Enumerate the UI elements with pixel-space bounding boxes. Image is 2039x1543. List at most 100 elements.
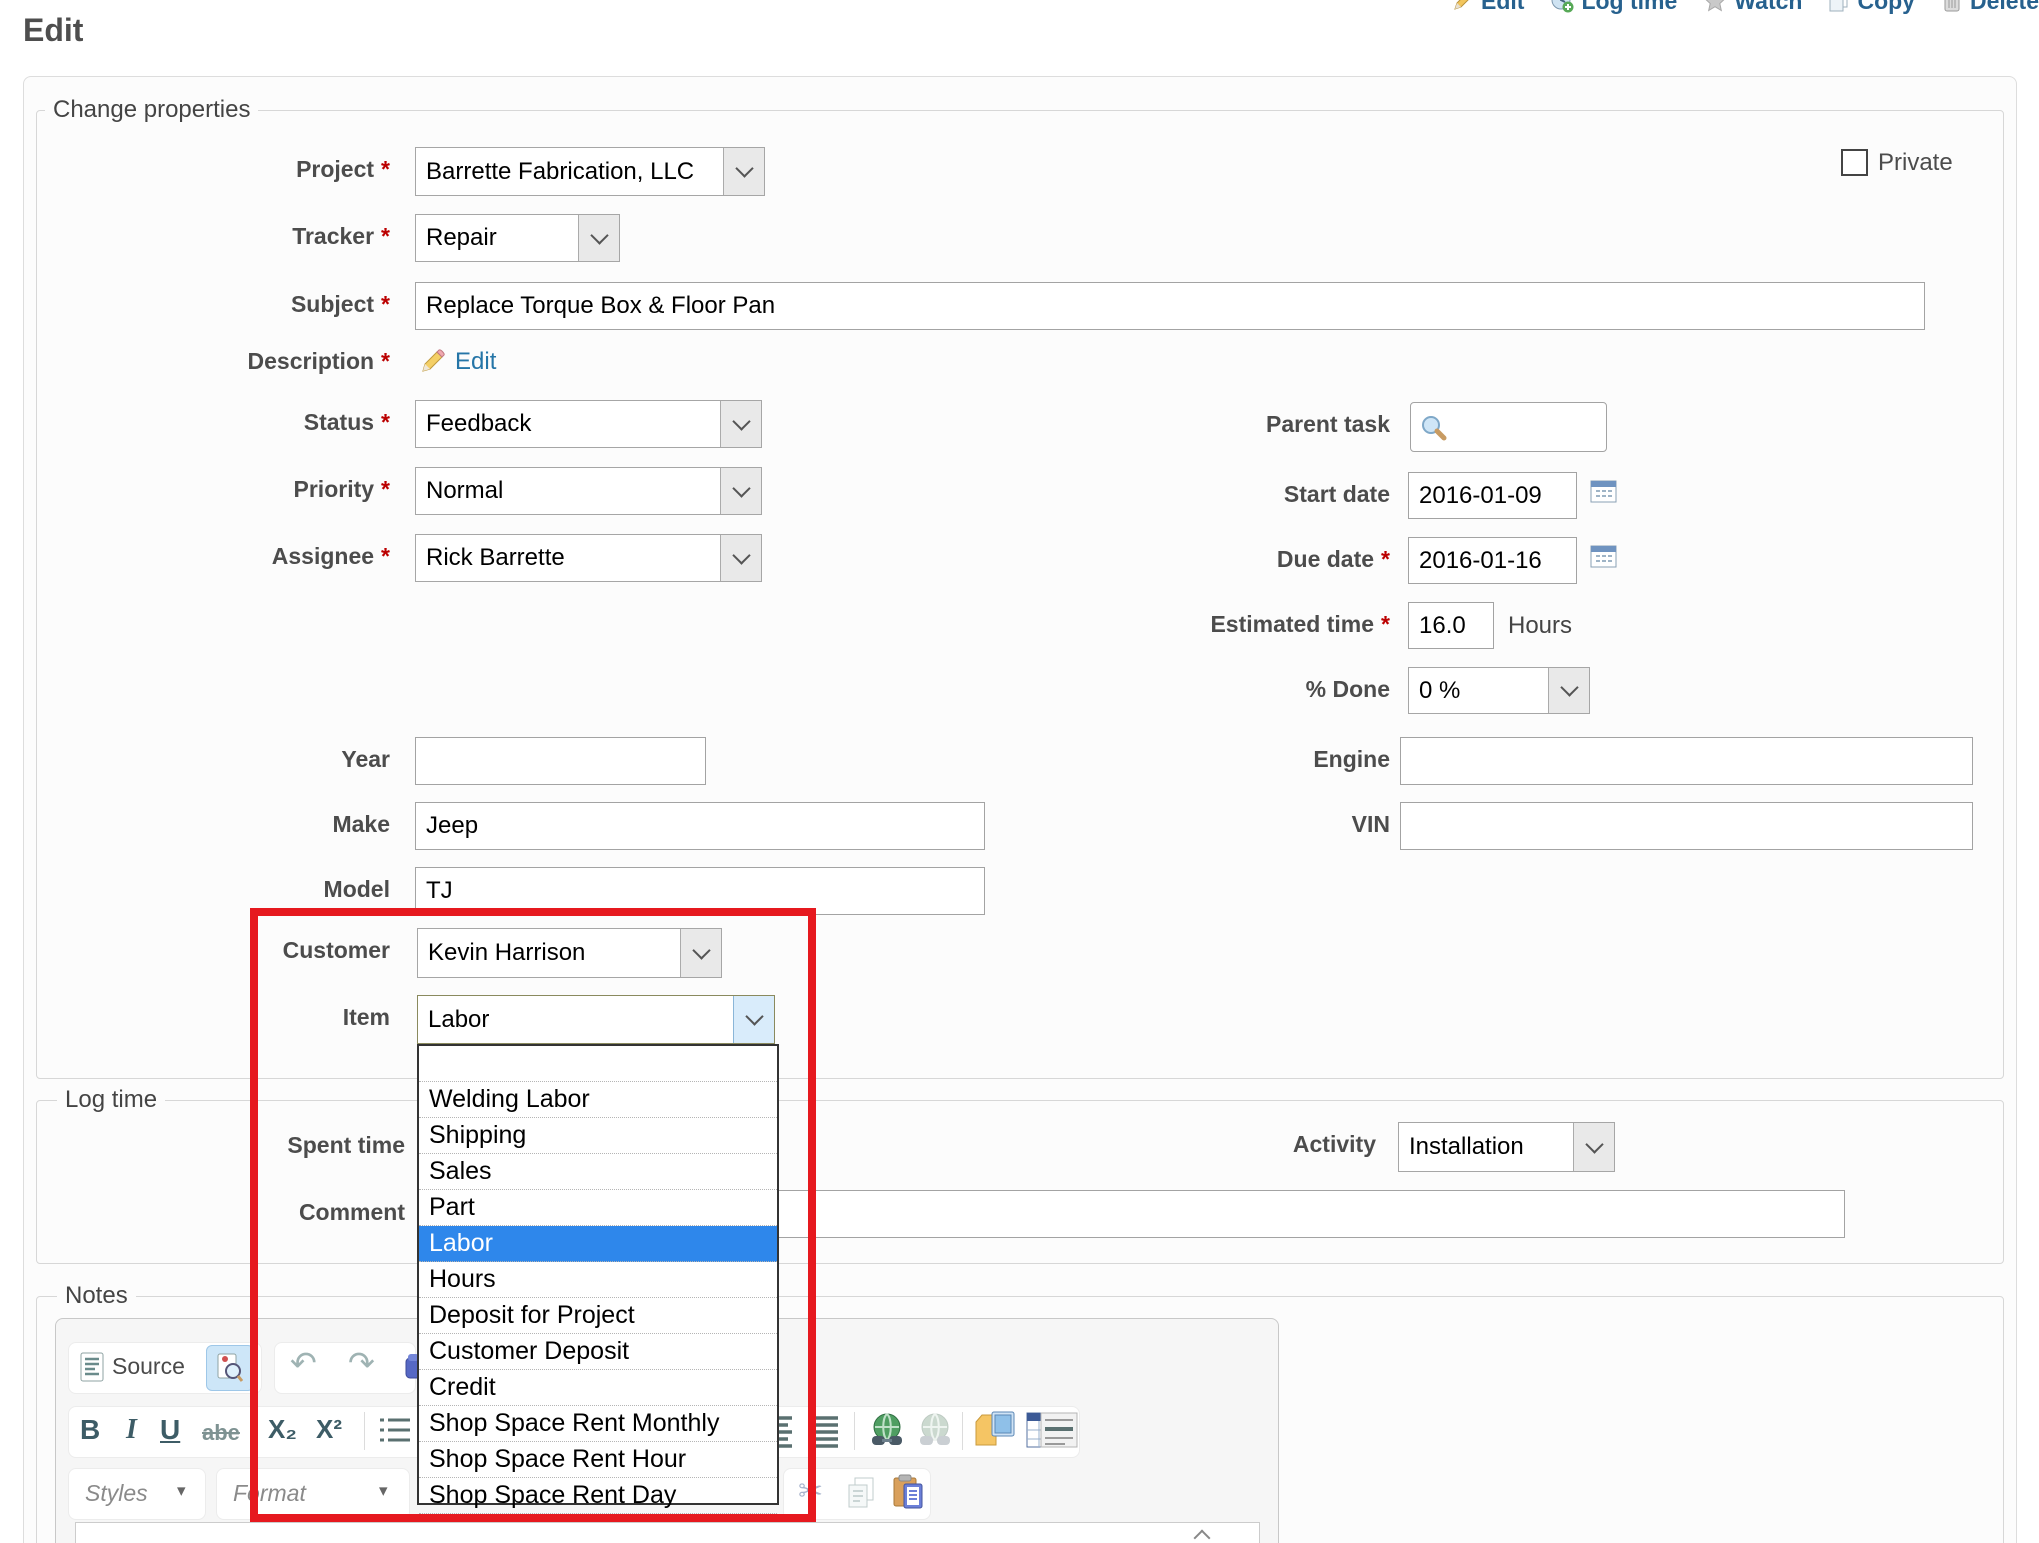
- bold-button[interactable]: B: [80, 1414, 100, 1446]
- model-label: Model: [60, 876, 390, 903]
- format-dropdown[interactable]: Format ▾: [216, 1468, 410, 1520]
- redo-icon[interactable]: ↷: [348, 1344, 375, 1382]
- dropdown-option[interactable]: Deposit for Project: [419, 1298, 777, 1334]
- source-icon: [80, 1352, 104, 1382]
- preview-button[interactable]: [206, 1345, 254, 1391]
- make-input[interactable]: [415, 802, 985, 850]
- styles-dropdown-label: Styles: [85, 1480, 148, 1507]
- due-date-input[interactable]: [1408, 537, 1577, 584]
- estimated-time-unit: Hours: [1508, 612, 1572, 640]
- image-icon[interactable]: [974, 1410, 1018, 1452]
- model-input[interactable]: [415, 867, 985, 915]
- item-select[interactable]: Labor: [417, 995, 775, 1044]
- context-toolbar: Edit Log time Watch Copy Delete: [1452, 0, 2039, 16]
- year-label: Year: [60, 746, 390, 773]
- horizontal-rule-icon[interactable]: [1040, 1412, 1078, 1448]
- log-time-fieldset: [36, 1100, 2004, 1264]
- priority-select[interactable]: Normal: [415, 467, 762, 515]
- magnifier-icon: [1420, 414, 1448, 442]
- pencil-icon: [1452, 0, 1474, 12]
- dropdown-option[interactable]: Labor: [419, 1226, 777, 1262]
- dropdown-option[interactable]: Part: [419, 1190, 777, 1226]
- description-edit-link[interactable]: Edit: [455, 348, 496, 376]
- chevron-down-icon: [680, 929, 721, 977]
- engine-input[interactable]: [1400, 737, 1973, 785]
- preview-icon: [217, 1353, 243, 1383]
- issue-edit-page: Edit Log time Watch Copy Delete Edit Cha…: [0, 0, 2039, 1543]
- copy-icon: [1828, 0, 1850, 13]
- delete-action[interactable]: Delete: [1941, 0, 2039, 15]
- dropdown-option[interactable]: Hours: [419, 1262, 777, 1298]
- cut-icon[interactable]: ✂: [798, 1474, 823, 1509]
- private-checkbox[interactable]: [1841, 149, 1868, 176]
- private-label: Private: [1878, 149, 1953, 177]
- chevron-down-icon: [720, 468, 761, 514]
- format-dropdown-label: Format: [233, 1480, 306, 1507]
- status-label: Status*: [60, 409, 390, 436]
- start-date-input[interactable]: [1408, 472, 1577, 519]
- chevron-down-icon: [1573, 1123, 1614, 1171]
- dropdown-option[interactable]: [419, 1046, 777, 1082]
- link-icon[interactable]: [866, 1410, 908, 1452]
- assignee-label: Assignee*: [60, 543, 390, 570]
- spent-time-label: Spent time: [60, 1132, 405, 1159]
- customer-select[interactable]: Kevin Harrison: [417, 928, 722, 978]
- dropdown-option[interactable]: Shop Space Rent Day: [419, 1478, 777, 1514]
- log-time-legend: Log time: [57, 1086, 165, 1114]
- pencil-icon: [418, 347, 446, 375]
- chevron-down-icon: [720, 401, 761, 447]
- comment-label: Comment: [60, 1199, 405, 1226]
- activity-select[interactable]: Installation: [1398, 1122, 1615, 1172]
- underline-button[interactable]: U: [160, 1414, 180, 1446]
- subscript-button[interactable]: X₂: [268, 1414, 297, 1445]
- superscript-button[interactable]: X²: [316, 1414, 342, 1445]
- edit-action[interactable]: Edit: [1452, 0, 1524, 15]
- chevron-down-icon: [720, 535, 761, 581]
- dropdown-option[interactable]: Welding Labor: [419, 1082, 777, 1118]
- copy-doc-icon[interactable]: [846, 1476, 876, 1510]
- italic-button[interactable]: I: [126, 1414, 137, 1446]
- styles-dropdown[interactable]: Styles ▾: [68, 1468, 206, 1520]
- dropdown-option[interactable]: Shop Space Rent Hour: [419, 1442, 777, 1478]
- start-date-label: Start date: [1000, 481, 1390, 508]
- dropdown-option[interactable]: Credit: [419, 1370, 777, 1406]
- justify-block-icon[interactable]: [806, 1414, 842, 1448]
- numbered-list-icon[interactable]: [378, 1414, 412, 1448]
- chevron-down-icon: [578, 215, 619, 261]
- tracker-label: Tracker*: [60, 223, 390, 250]
- activity-label: Activity: [1100, 1131, 1376, 1158]
- copy-action[interactable]: Copy: [1828, 0, 1915, 15]
- estimated-time-label: Estimated time*: [1000, 611, 1390, 638]
- notes-legend: Notes: [57, 1282, 136, 1310]
- undo-icon[interactable]: ↶: [290, 1344, 317, 1382]
- unlink-icon[interactable]: [914, 1410, 956, 1452]
- dropdown-option[interactable]: Customer Deposit: [419, 1334, 777, 1370]
- clock-plus-icon: [1550, 0, 1574, 13]
- calendar-icon[interactable]: [1590, 478, 1617, 503]
- notes-textarea[interactable]: [75, 1522, 1260, 1543]
- engine-label: Engine: [1000, 746, 1390, 773]
- strikethrough-button[interactable]: ab﻿e: [202, 1420, 240, 1446]
- log-time-action[interactable]: Log time: [1550, 0, 1677, 15]
- calendar-icon[interactable]: [1590, 543, 1617, 568]
- dropdown-option[interactable]: Shipping: [419, 1118, 777, 1154]
- vin-label: VIN: [1000, 811, 1390, 838]
- scroll-up-icon[interactable]: [1196, 1524, 1208, 1543]
- assignee-select[interactable]: Rick Barrette: [415, 534, 762, 582]
- log-time-action-label: Log time: [1581, 0, 1677, 15]
- dropdown-option[interactable]: Sales: [419, 1154, 777, 1190]
- chevron-down-icon: [723, 148, 764, 195]
- tracker-select[interactable]: Repair: [415, 214, 620, 262]
- source-button[interactable]: Source: [112, 1353, 185, 1380]
- estimated-time-input[interactable]: [1408, 602, 1494, 649]
- done-ratio-select[interactable]: 0 %: [1408, 667, 1590, 714]
- project-select[interactable]: Barrette Fabrication, LLC: [415, 147, 765, 196]
- watch-action[interactable]: Watch: [1703, 0, 1802, 15]
- year-input[interactable]: [415, 737, 706, 785]
- subject-input[interactable]: [415, 282, 1925, 330]
- vin-input[interactable]: [1400, 802, 1973, 850]
- status-select[interactable]: Feedback: [415, 400, 762, 448]
- item-label: Item: [60, 1004, 390, 1031]
- dropdown-option[interactable]: Shop Space Rent Monthly: [419, 1406, 777, 1442]
- paste-icon[interactable]: [892, 1474, 924, 1510]
